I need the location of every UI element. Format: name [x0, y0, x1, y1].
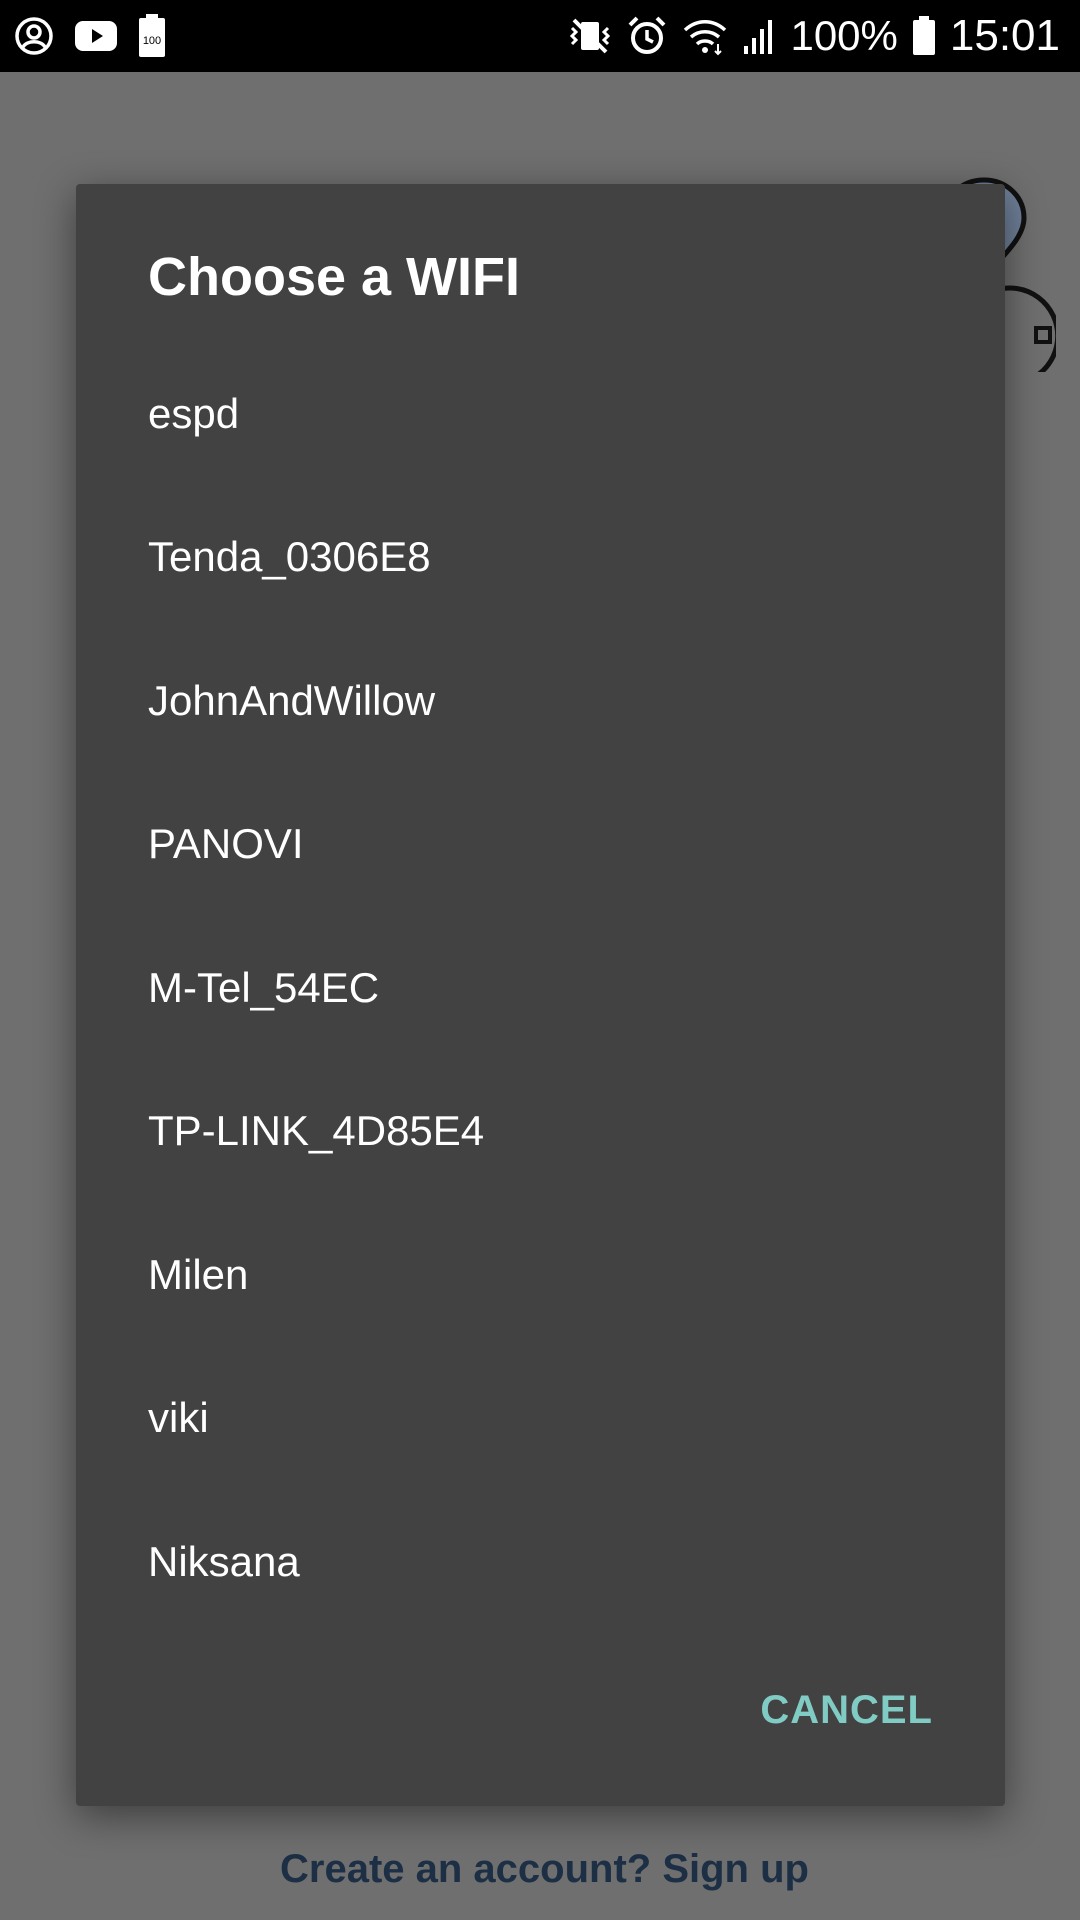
cancel-button[interactable]: CANCEL [760, 1688, 933, 1733]
status-bar: 100 100% 15:01 [0, 0, 1080, 72]
wifi-icon [682, 16, 728, 56]
svg-text:100: 100 [143, 35, 161, 47]
wifi-network-item[interactable]: TP-LINK_4D85E4 [76, 1060, 1005, 1204]
screen: IP Create an account? Sign up [0, 0, 1080, 1920]
battery-percent: 100% [790, 12, 898, 59]
clock: 15:01 [949, 11, 1060, 60]
wifi-network-item[interactable]: Tenda_0306E8 [76, 486, 1005, 630]
wifi-network-item[interactable]: M-Tel_54EC [76, 916, 1005, 1060]
battery-level-icon: 100 [138, 14, 166, 58]
battery-icon [912, 16, 936, 56]
dialog-title: Choose a WIFI [148, 247, 521, 307]
wifi-network-item[interactable]: Niksana [76, 1490, 1005, 1634]
choose-wifi-dialog: Choose a WIFI espd Tenda_0306E8 JohnAndW… [76, 184, 1005, 1806]
wifi-network-item[interactable]: JohnAndWillow [76, 629, 1005, 773]
wifi-network-item[interactable]: viki [76, 1347, 1005, 1491]
vibrate-icon [568, 16, 612, 56]
signup-link: Create an account? Sign up [280, 1847, 809, 1891]
wifi-network-item[interactable]: espd [76, 342, 1005, 486]
signal-icon [742, 16, 776, 56]
wifi-network-item[interactable]: PANOVI [76, 773, 1005, 917]
alarm-icon [626, 15, 668, 57]
youtube-icon [74, 19, 118, 53]
account-icon [14, 16, 54, 56]
wifi-network-item[interactable]: Milen [76, 1203, 1005, 1347]
wifi-network-list: espd Tenda_0306E8 JohnAndWillow PANOVI M… [76, 342, 1005, 1634]
